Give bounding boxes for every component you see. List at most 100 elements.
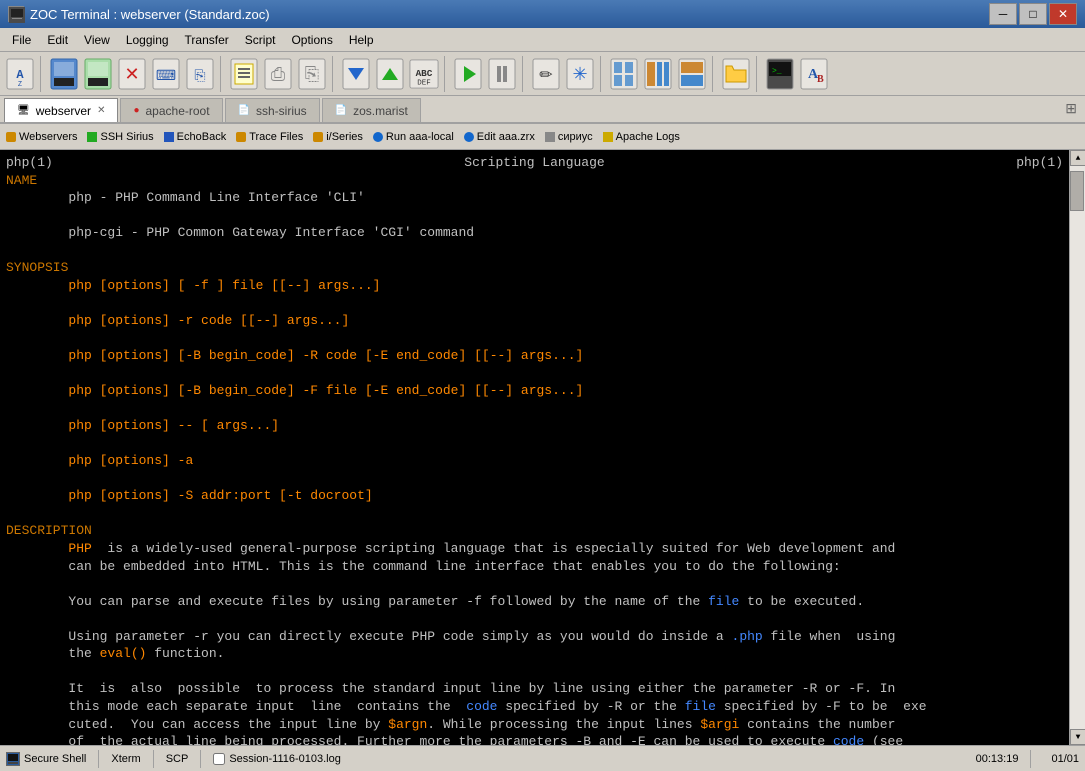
toolbar-btn-folder[interactable]: [720, 56, 752, 92]
tab-bar: 🖥 webserver ✕ ● apache-root 📄 ssh-sirius…: [0, 96, 1085, 124]
toolbar-btn-down[interactable]: [340, 56, 372, 92]
svg-text:✕: ✕: [124, 66, 139, 86]
title-bar: ZOC Terminal : webserver (Standard.zoc) …: [0, 0, 1085, 28]
desc-line-3: You can parse and execute files by using…: [6, 593, 1063, 611]
desc-line-9: of the actual line being processed. Furt…: [6, 733, 1063, 745]
terminal[interactable]: php(1) Scripting Language php(1) NAME ph…: [0, 150, 1069, 745]
toolbar-btn-grid2[interactable]: [642, 56, 674, 92]
bookmark-run-aaa[interactable]: Run aaa-local: [373, 131, 454, 143]
toolbar-btn-1[interactable]: A Z: [4, 56, 36, 92]
toolbar-separator-6: [600, 56, 604, 92]
close-button[interactable]: ✕: [1049, 3, 1077, 25]
toolbar-btn-asterisk[interactable]: ✳: [564, 56, 596, 92]
toolbar-btn-edit[interactable]: ✏: [530, 56, 562, 92]
bookmark-iseries[interactable]: i/Series: [313, 131, 363, 143]
toolbar-btn-pause[interactable]: [486, 56, 518, 92]
name-line-2: php-cgi - PHP Common Gateway Interface '…: [6, 224, 1063, 242]
tab-zos-marist[interactable]: 📄 zos.marist: [322, 98, 421, 122]
toolbar-btn-4[interactable]: ✕: [116, 56, 148, 92]
menu-options[interactable]: Options: [283, 31, 340, 49]
status-sep-1: [98, 750, 99, 768]
menu-file[interactable]: File: [4, 31, 39, 49]
syn-line-6: php [options] -a: [6, 452, 1063, 470]
toolbar-btn-7[interactable]: [228, 56, 260, 92]
scroll-down-button[interactable]: ▼: [1070, 729, 1085, 745]
svg-text:B: B: [817, 74, 824, 85]
toolbar-btn-ab[interactable]: A B: [798, 56, 830, 92]
bookmark-sirius-cyrillic[interactable]: сириус: [545, 131, 593, 143]
tab-ssh-sirius[interactable]: 📄 ssh-sirius: [225, 98, 320, 122]
toolbar-btn-abc[interactable]: ABC DEF: [408, 56, 440, 92]
toolbar-btn-terminal[interactable]: >_: [764, 56, 796, 92]
syn-blank-2: [6, 329, 1063, 347]
toolbar-btn-2[interactable]: [48, 56, 80, 92]
syn-line-2: php [options] -r code [[--] args...]: [6, 312, 1063, 330]
window-controls: ─ □ ✕: [989, 3, 1077, 25]
minimize-button[interactable]: ─: [989, 3, 1017, 25]
tab-grid-button[interactable]: ⊞: [1061, 97, 1081, 122]
bookmark-webservers[interactable]: Webservers: [6, 131, 77, 143]
terminal-wrapper: php(1) Scripting Language php(1) NAME ph…: [0, 150, 1085, 745]
bookmark-run-aaa-label: Run aaa-local: [386, 131, 454, 143]
toolbar-btn-3[interactable]: [82, 56, 114, 92]
toolbar-btn-play[interactable]: [452, 56, 484, 92]
syn-blank-3: [6, 365, 1063, 383]
tab-webserver[interactable]: 🖥 webserver ✕: [4, 98, 118, 122]
menu-help[interactable]: Help: [341, 31, 382, 49]
bookmark-echoback[interactable]: EchoBack: [164, 131, 227, 143]
svg-text:>_: >_: [772, 67, 782, 76]
toolbar-btn-grid1[interactable]: [608, 56, 640, 92]
svg-text:⌨: ⌨: [156, 69, 176, 85]
toolbar-separator-8: [756, 56, 760, 92]
scrollbar[interactable]: ▲ ▼: [1069, 150, 1085, 745]
toolbar-btn-up[interactable]: [374, 56, 406, 92]
menu-edit[interactable]: Edit: [39, 31, 76, 49]
scroll-thumb[interactable]: [1070, 171, 1084, 211]
app-icon: [8, 6, 24, 22]
tab-webserver-label: webserver: [36, 104, 91, 118]
terminal-header: php(1) Scripting Language php(1): [6, 154, 1063, 172]
menu-script[interactable]: Script: [237, 31, 284, 49]
bookmark-apache-logs[interactable]: Apache Logs: [603, 131, 680, 143]
status-xterm: Xterm: [111, 753, 140, 765]
status-log-checkbox[interactable]: [213, 753, 225, 765]
maximize-button[interactable]: □: [1019, 3, 1047, 25]
bookmark-echoback-label: EchoBack: [177, 131, 227, 143]
name-blank-2: [6, 242, 1063, 260]
menu-bar: File Edit View Logging Transfer Script O…: [0, 28, 1085, 52]
toolbar-btn-6[interactable]: ⎘: [184, 56, 216, 92]
bookmarks-bar: Webservers SSH Sirius EchoBack Trace Fil…: [0, 124, 1085, 150]
section-name: NAME: [6, 172, 1063, 190]
desc-line-4: Using parameter -r you can directly exec…: [6, 628, 1063, 646]
status-scp-label: SCP: [166, 753, 189, 765]
toolbar-btn-grid3[interactable]: [676, 56, 708, 92]
tab-apache-root[interactable]: ● apache-root: [120, 98, 222, 122]
status-xterm-label: Xterm: [111, 753, 140, 765]
scroll-up-button[interactable]: ▲: [1070, 150, 1085, 166]
toolbar-btn-9[interactable]: ⎘: [296, 56, 328, 92]
tab-webserver-close[interactable]: ✕: [97, 105, 105, 116]
bookmark-edit-aaa[interactable]: Edit aaa.zrx: [464, 131, 535, 143]
bookmark-sirius-cyrillic-label: сириус: [558, 131, 593, 143]
status-ssh: Secure Shell: [6, 752, 86, 766]
desc-line-1: PHP is a widely-used general-purpose scr…: [6, 540, 1063, 558]
toolbar-btn-5[interactable]: ⌨: [150, 56, 182, 92]
syn-line-1: php [options] [ -f ] file [[--] args...]: [6, 277, 1063, 295]
toolbar: A Z ✕ ⌨ ⎘: [0, 52, 1085, 96]
desc-blank-3: [6, 663, 1063, 681]
svg-text:A: A: [16, 68, 24, 82]
menu-logging[interactable]: Logging: [118, 31, 177, 49]
syn-blank-6: [6, 470, 1063, 488]
scroll-track[interactable]: [1070, 166, 1085, 729]
menu-transfer[interactable]: Transfer: [177, 31, 237, 49]
bookmark-ssh-sirius[interactable]: SSH Sirius: [87, 131, 153, 143]
toolbar-btn-8[interactable]: ⎙: [262, 56, 294, 92]
menu-view[interactable]: View: [76, 31, 118, 49]
toolbar-separator-1: [40, 56, 44, 92]
toolbar-separator-3: [332, 56, 336, 92]
status-sep-3: [200, 750, 201, 768]
desc-line-7: this mode each separate input line conta…: [6, 698, 1063, 716]
tab-ssh-sirius-icon: 📄: [238, 105, 250, 116]
syn-line-5: php [options] -- [ args...]: [6, 417, 1063, 435]
bookmark-trace-files[interactable]: Trace Files: [236, 131, 303, 143]
